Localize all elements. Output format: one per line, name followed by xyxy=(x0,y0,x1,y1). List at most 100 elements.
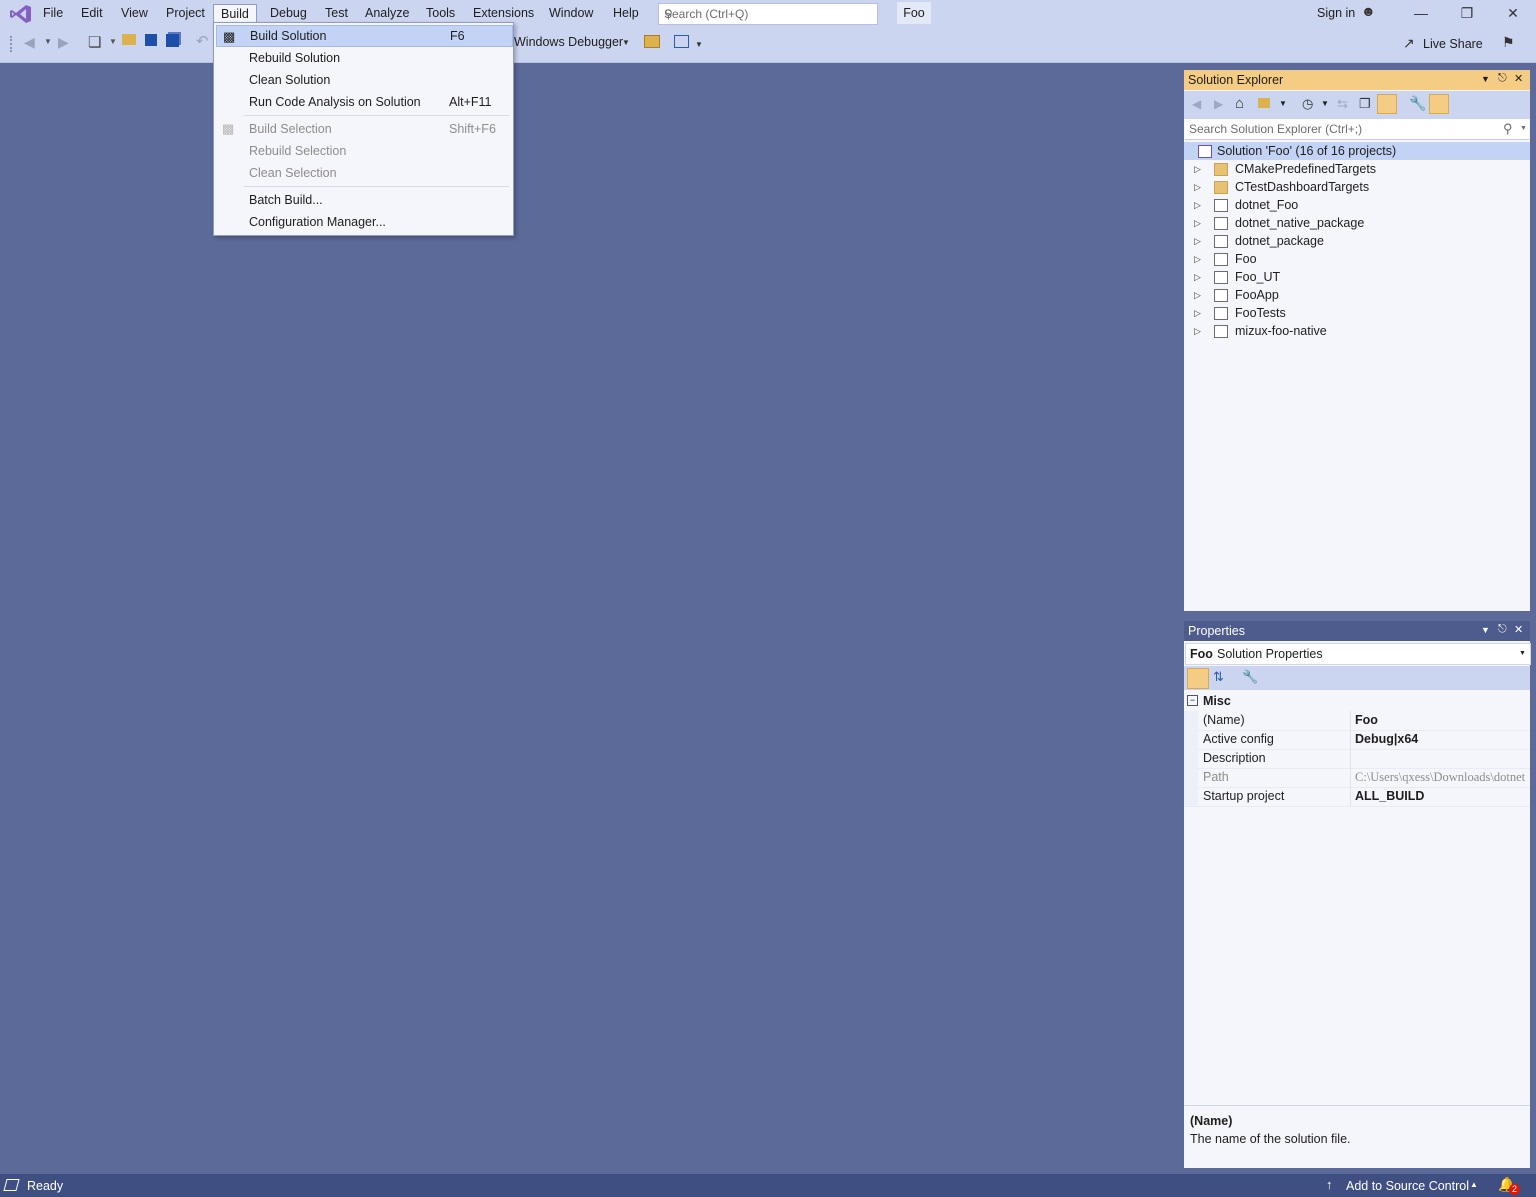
preview-selected-icon[interactable] xyxy=(1429,94,1449,114)
categorized-icon[interactable] xyxy=(1187,668,1209,689)
properties-title-bar[interactable]: Properties ▼ ⎋ ✕ xyxy=(1184,621,1530,641)
clean-selection-item[interactable]: Clean Selection xyxy=(216,162,511,184)
live-share-icon: ↗ xyxy=(1403,35,1415,51)
new-project-icon[interactable]: ❏ xyxy=(88,33,101,51)
menu-edit[interactable]: Edit xyxy=(74,0,110,26)
solution-explorer-search-input[interactable]: Search Solution Explorer (Ctrl+;) ⚲ ▼ xyxy=(1185,119,1529,140)
menu-help[interactable]: Help xyxy=(606,0,646,26)
toolbar-grip[interactable] xyxy=(10,36,15,52)
solution-root-node[interactable]: Solution 'Foo' (16 of 16 projects) xyxy=(1184,142,1530,160)
object-select-dropdown-icon[interactable]: ▼ xyxy=(1519,650,1526,657)
configuration-manager-item[interactable]: Configuration Manager... xyxy=(216,211,511,233)
tree-item-foo-ut[interactable]: ▷ Foo_UT xyxy=(1184,268,1530,286)
expand-arrow-icon[interactable]: ▷ xyxy=(1194,214,1201,232)
property-row-name[interactable]: (Name) Foo xyxy=(1184,711,1530,731)
panel-menu-icon[interactable]: ▼ xyxy=(1481,74,1490,84)
expand-arrow-icon[interactable]: ▷ xyxy=(1194,232,1201,250)
properties-wrench-icon[interactable]: 🔧 xyxy=(1409,95,1426,112)
alphabetical-icon[interactable]: ⇅ xyxy=(1213,669,1224,685)
back-dropdown-icon[interactable]: ▼ xyxy=(44,37,52,46)
pin-icon[interactable]: ⎋ xyxy=(1498,72,1507,85)
se-search-dropdown-icon[interactable]: ▼ xyxy=(1520,125,1527,132)
clean-solution-item[interactable]: Clean Solution xyxy=(216,69,511,91)
solution-explorer-title-bar[interactable]: Solution Explorer ▼ ⎋ ✕ xyxy=(1184,70,1530,90)
back-icon[interactable]: ◀ xyxy=(24,34,35,51)
close-button[interactable]: ✕ xyxy=(1490,0,1536,27)
show-all-files-icon[interactable] xyxy=(1377,94,1397,114)
build-solution-item[interactable]: ▩ Build Solution F6 xyxy=(216,25,513,47)
save-icon[interactable] xyxy=(145,34,157,46)
new-dropdown-icon[interactable]: ▼ xyxy=(109,37,117,46)
switch-views-dropdown-icon[interactable]: ▼ xyxy=(1279,99,1287,108)
feedback-icon[interactable]: ⚑ xyxy=(1502,34,1515,51)
restore-button[interactable]: ❐ xyxy=(1444,0,1490,27)
save-all-icon[interactable] xyxy=(166,34,179,47)
expand-arrow-icon[interactable]: ▷ xyxy=(1194,250,1201,268)
sync-icon[interactable]: ⇆ xyxy=(1337,96,1348,112)
run-code-analysis-item[interactable]: Run Code Analysis on Solution Alt+F11 xyxy=(216,91,511,113)
category-misc[interactable]: − Misc xyxy=(1184,692,1530,711)
tree-item-foo[interactable]: ▷ Foo xyxy=(1184,250,1530,268)
panel-menu-icon[interactable]: ▼ xyxy=(1481,625,1490,635)
expand-arrow-icon[interactable]: ▷ xyxy=(1194,160,1201,178)
user-add-icon[interactable]: ☻ xyxy=(1361,3,1376,19)
property-row-startup-project[interactable]: Startup project ALL_BUILD xyxy=(1184,787,1530,807)
property-row-path[interactable]: Path C:\Users\qxess\Downloads\dotnet xyxy=(1184,768,1530,788)
tree-item-footests[interactable]: ▷ FooTests xyxy=(1184,304,1530,322)
forward-icon[interactable]: ▶ xyxy=(58,34,69,51)
expand-arrow-icon[interactable]: ▷ xyxy=(1194,286,1201,304)
search-input[interactable]: Search (Ctrl+Q) ⚲ xyxy=(658,3,878,25)
add-to-source-control-button[interactable]: Add to Source Control xyxy=(1346,1179,1469,1193)
property-row-description[interactable]: Description xyxy=(1184,749,1530,769)
tree-item-dotnet-foo[interactable]: ▷ dotnet_Foo xyxy=(1184,196,1530,214)
se-back-icon[interactable]: ◀ xyxy=(1192,97,1201,111)
menu-file[interactable]: File xyxy=(36,0,70,26)
live-share-button[interactable]: Live Share xyxy=(1423,37,1483,51)
tree-item-dotnet-native-package[interactable]: ▷ dotnet_native_package xyxy=(1184,214,1530,232)
batch-build-item[interactable]: Batch Build... xyxy=(216,189,511,211)
minimize-button[interactable]: — xyxy=(1398,0,1444,27)
collapse-icon[interactable]: − xyxy=(1187,695,1198,706)
expand-arrow-icon[interactable]: ▷ xyxy=(1194,196,1201,214)
menu-window[interactable]: Window xyxy=(542,0,600,26)
tree-item-ctestdashboardtargets[interactable]: ▷ CTestDashboardTargets xyxy=(1184,178,1530,196)
panel-close-icon[interactable]: ✕ xyxy=(1514,623,1523,636)
sign-in-link[interactable]: Sign in xyxy=(1317,6,1355,20)
panel-close-icon[interactable]: ✕ xyxy=(1514,72,1523,85)
properties-object-select[interactable]: Foo Solution Properties ▼ xyxy=(1185,643,1531,665)
property-pages-icon[interactable]: 🔧 xyxy=(1242,669,1258,685)
toolbar-overflow-icon[interactable]: ▼ xyxy=(695,40,703,49)
menu-view[interactable]: View xyxy=(114,0,155,26)
expand-arrow-icon[interactable]: ▷ xyxy=(1194,304,1201,322)
expand-arrow-icon[interactable]: ▷ xyxy=(1194,178,1201,196)
tree-item-mizux-foo-native[interactable]: ▷ mizux-foo-native xyxy=(1184,322,1530,340)
se-forward-icon[interactable]: ▶ xyxy=(1214,97,1223,111)
build-selection-item[interactable]: ▩ Build Selection Shift+F6 xyxy=(216,118,511,140)
undo-icon[interactable]: ↶ xyxy=(196,32,209,50)
filter-dropdown-icon[interactable]: ▼ xyxy=(1321,99,1329,108)
property-row-active-config[interactable]: Active config Debug|x64 xyxy=(1184,730,1530,750)
open-file-icon[interactable] xyxy=(122,34,136,45)
tree-item-cmakepredefinedtargets[interactable]: ▷ CMakePredefinedTargets xyxy=(1184,160,1530,178)
pending-changes-filter-icon[interactable]: ◷ xyxy=(1302,96,1313,112)
output-window-icon[interactable] xyxy=(3,1179,20,1191)
build-icon: ▩ xyxy=(223,29,236,44)
tree-item-dotnet-package[interactable]: ▷ dotnet_package xyxy=(1184,232,1530,250)
description-text: The name of the solution file. xyxy=(1190,1132,1351,1146)
tree-item-fooapp[interactable]: ▷ FooApp xyxy=(1184,286,1530,304)
rebuild-solution-item[interactable]: Rebuild Solution xyxy=(216,47,511,69)
debugger-target-label[interactable]: Windows Debugger xyxy=(514,35,623,49)
home-icon[interactable]: ⌂ xyxy=(1235,95,1244,112)
collapse-all-icon[interactable]: ❐ xyxy=(1359,96,1371,112)
find-in-files-icon[interactable] xyxy=(644,35,660,48)
source-control-caret-icon[interactable]: ▲ xyxy=(1470,1180,1478,1189)
debugger-dropdown-icon[interactable]: ▼ xyxy=(622,38,630,47)
screenshot-icon[interactable] xyxy=(674,35,689,48)
switch-views-icon[interactable] xyxy=(1258,98,1270,108)
pin-icon[interactable]: ⎋ xyxy=(1498,623,1507,636)
rebuild-selection-item[interactable]: Rebuild Selection xyxy=(216,140,511,162)
project-icon xyxy=(1214,271,1228,284)
expand-arrow-icon[interactable]: ▷ xyxy=(1194,322,1201,340)
expand-arrow-icon[interactable]: ▷ xyxy=(1194,268,1201,286)
menu-project[interactable]: Project xyxy=(159,0,212,26)
